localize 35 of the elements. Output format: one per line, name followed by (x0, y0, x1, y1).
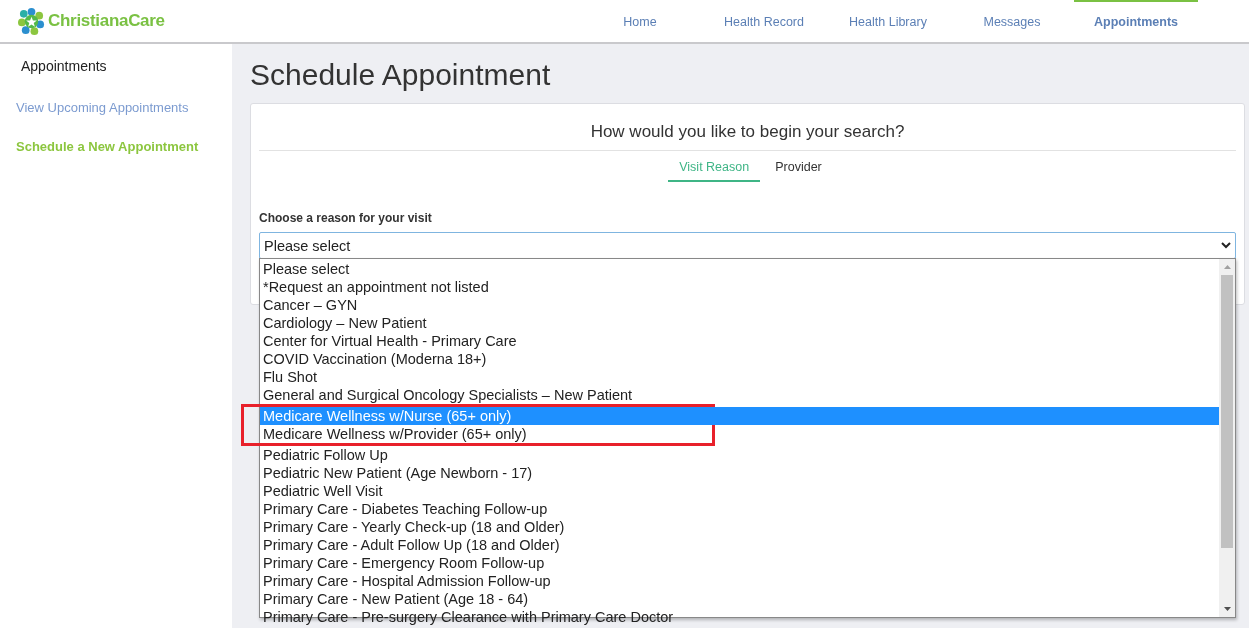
dropdown-option[interactable]: COVID Vaccination (Moderna 18+) (260, 350, 1219, 368)
dropdown-option[interactable]: Primary Care - Yearly Check-up (18 and Older) (260, 518, 1219, 536)
dropdown-option[interactable]: General and Surgical Oncology Specialists – New Patient (260, 386, 1219, 404)
scrollbar[interactable] (1219, 259, 1235, 617)
dropdown-option[interactable]: Primary Care - New Patient (Age 18 - 64) (260, 590, 1219, 608)
dropdown-option[interactable]: Primary Care - Pre-surgery Clearance with Primary Care Doctor (260, 608, 1219, 626)
field-label: Choose a reason for your visit (259, 211, 433, 225)
nav-tab[interactable]: Home (578, 0, 702, 42)
dropdown-option[interactable]: Primary Care - Hospital Admission Follow-up (260, 572, 1219, 590)
dropdown-option[interactable]: Center for Virtual Health - Primary Care (260, 332, 1219, 350)
brand-name: ChristianaCare (48, 11, 165, 31)
nav-tab[interactable]: Appointments (1074, 0, 1198, 42)
search-question: How would you like to begin your search? (259, 104, 1236, 151)
nav-tab[interactable]: Messages (950, 0, 1074, 42)
scroll-down-icon[interactable] (1223, 607, 1231, 611)
sidebar-title: Appointments (20, 58, 108, 74)
dropdown-option[interactable]: Please select (260, 260, 1219, 278)
nav-tab[interactable]: Health Record (702, 0, 826, 42)
scroll-up-icon[interactable] (1223, 265, 1231, 269)
nav-tab[interactable]: Health Library (826, 0, 950, 42)
caret-icon (1221, 242, 1231, 249)
dropdown-option[interactable]: Primary Care - Emergency Room Follow-up (260, 554, 1219, 572)
dropdown-option[interactable]: Pediatric Follow Up (260, 446, 1219, 464)
dropdown-option[interactable]: *Request an appointment not listed (260, 278, 1219, 296)
dropdown-option[interactable]: Primary Care - Diabetes Teaching Follow-up (260, 500, 1219, 518)
dropdown-option[interactable]: Pediatric Well Visit (260, 482, 1219, 500)
dropdown-option[interactable]: Medicare Wellness w/Provider (65+ only) (260, 425, 712, 443)
dropdown-option[interactable]: Cardiology – New Patient (260, 314, 1219, 332)
page-title: Schedule Appointment (250, 58, 552, 92)
dropdown-option[interactable]: Flu Shot (260, 368, 1219, 386)
flower-logo-icon (18, 7, 45, 35)
dropdown-option[interactable]: Pediatric New Patient (Age Newborn - 17) (260, 464, 1219, 482)
dropdown-option[interactable]: Cancer – GYN (260, 296, 1219, 314)
search-tab[interactable]: Provider (770, 160, 827, 182)
dropdown-option[interactable]: Primary Care - Adult Follow Up (18 and Older) (260, 536, 1219, 554)
